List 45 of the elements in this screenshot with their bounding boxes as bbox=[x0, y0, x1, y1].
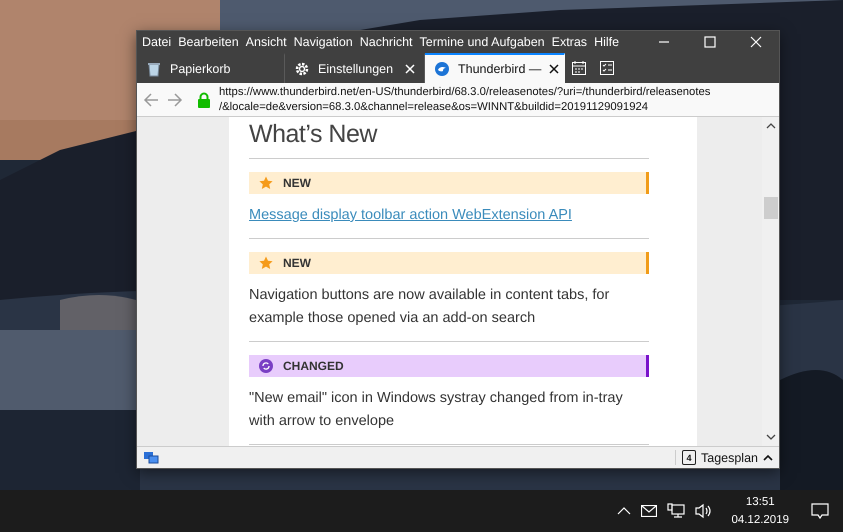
scrollbar-thumb[interactable] bbox=[764, 197, 778, 219]
today-pane-label[interactable]: Tagesplan bbox=[701, 450, 758, 464]
speaker-icon[interactable] bbox=[695, 503, 714, 519]
notification-icon[interactable] bbox=[811, 502, 829, 520]
trash-icon bbox=[146, 61, 162, 77]
bird-logo-icon bbox=[434, 61, 450, 77]
clock-time[interactable]: 13:51 bbox=[731, 493, 789, 511]
menu-item[interactable]: Hilfe bbox=[594, 35, 620, 49]
gear-icon bbox=[294, 61, 310, 77]
menu-item[interactable]: Datei bbox=[142, 35, 172, 49]
tab[interactable]: Thunderbird — bbox=[425, 53, 565, 83]
menu-item[interactable]: Navigation bbox=[294, 35, 353, 49]
lock-icon bbox=[197, 92, 211, 108]
star-icon bbox=[259, 256, 273, 270]
forward-arrow-icon[interactable] bbox=[167, 92, 183, 108]
tab-label: Einstellungen bbox=[318, 62, 394, 76]
chevron-up-icon[interactable] bbox=[617, 506, 632, 516]
clock-date[interactable]: 04.12.2019 bbox=[731, 511, 789, 529]
network-icon[interactable] bbox=[667, 503, 686, 519]
category-label: CHANGED bbox=[283, 359, 344, 373]
back-arrow-icon[interactable] bbox=[143, 92, 159, 108]
menu-item[interactable]: Nachricht bbox=[360, 35, 413, 49]
scroll-down-icon[interactable] bbox=[766, 432, 776, 442]
task-list-icon[interactable] bbox=[599, 60, 615, 76]
menu-item[interactable]: Ansicht bbox=[246, 35, 287, 49]
release-note-text: "New email" icon in Windows systray changed from in-tray with arrow to envelope bbox=[249, 390, 623, 429]
page-heading: What’s New bbox=[249, 117, 649, 159]
menu-item[interactable]: Termine und Aufgaben bbox=[420, 35, 545, 49]
category-label: NEW bbox=[283, 256, 311, 270]
menu-item[interactable]: Extras bbox=[552, 35, 588, 49]
release-note-link[interactable]: Message display toolbar action WebExtension API bbox=[249, 207, 572, 223]
tab-label: Thunderbird — bbox=[458, 62, 542, 76]
star-icon bbox=[259, 176, 273, 190]
category-label: NEW bbox=[283, 176, 311, 190]
release-note-text: Navigation buttons are now available in content tabs, for example those opened via an add-on search bbox=[249, 287, 610, 326]
tab-label: Papierkorb bbox=[170, 62, 232, 76]
close-icon[interactable] bbox=[549, 64, 560, 74]
calendar-day-icon[interactable]: 4 bbox=[682, 450, 696, 465]
network-icon[interactable] bbox=[143, 450, 159, 464]
refresh-icon bbox=[259, 359, 273, 373]
scroll-up-icon[interactable] bbox=[766, 121, 776, 131]
mail-icon[interactable] bbox=[641, 505, 658, 517]
calendar-icon[interactable] bbox=[571, 60, 587, 76]
menu-item[interactable]: Bearbeiten bbox=[178, 35, 239, 49]
chevron-up-icon[interactable] bbox=[763, 452, 773, 462]
